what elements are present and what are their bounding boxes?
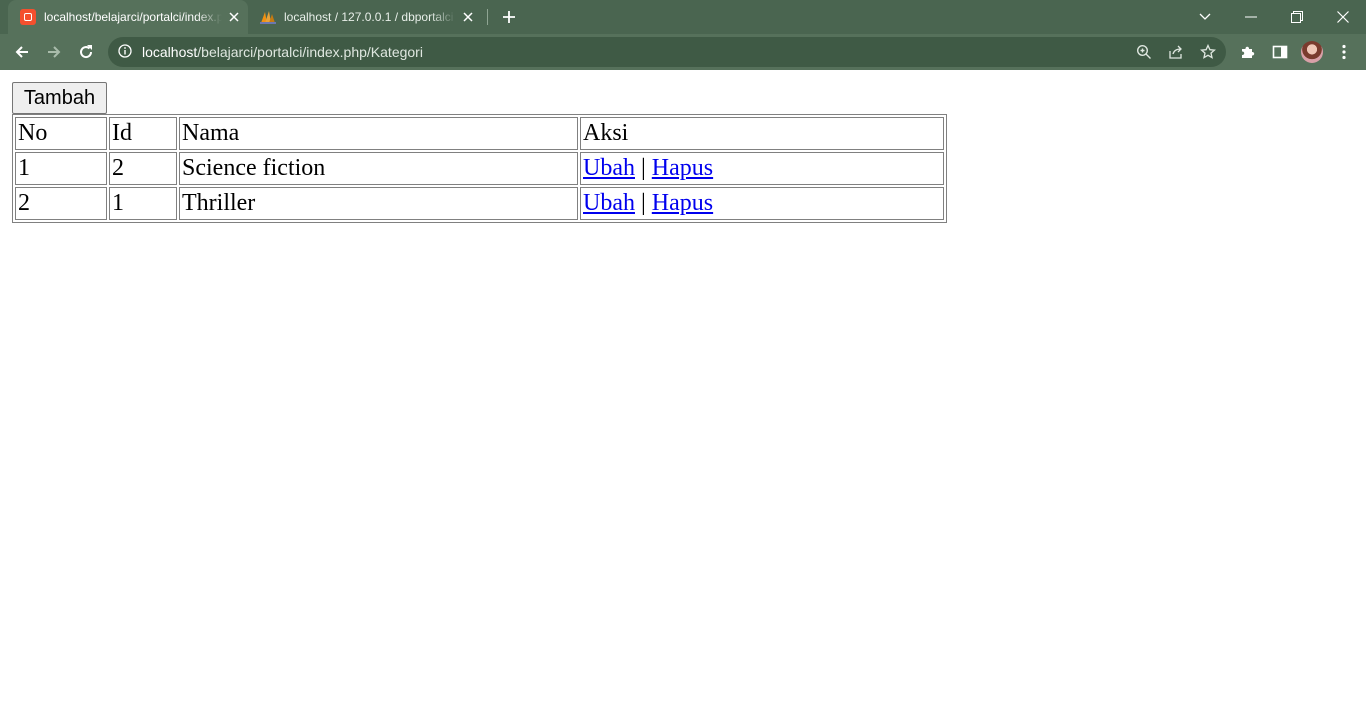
page-content: Tambah No Id Nama Aksi 1 2 Science ficti… xyxy=(0,70,1366,223)
tab-divider xyxy=(487,9,488,25)
minimize-icon[interactable] xyxy=(1228,0,1274,34)
tab-title: localhost/belajarci/portalci/index.php/K… xyxy=(44,10,222,24)
zoom-icon[interactable] xyxy=(1134,42,1154,62)
cell-nama: Science fiction xyxy=(179,152,578,185)
action-separator: | xyxy=(640,190,646,216)
cell-aksi: Ubah | Hapus xyxy=(580,187,944,220)
phpmyadmin-favicon-icon xyxy=(260,9,276,25)
cell-no: 1 xyxy=(15,152,107,185)
category-table: No Id Nama Aksi 1 2 Science fiction Ubah… xyxy=(12,114,947,223)
tab-phpmyadmin[interactable]: localhost / 127.0.0.1 / dbportalci | php… xyxy=(250,0,486,34)
tab-title: localhost / 127.0.0.1 / dbportalci | php… xyxy=(284,10,456,24)
site-info-icon[interactable] xyxy=(118,44,132,63)
close-window-icon[interactable] xyxy=(1320,0,1366,34)
cell-aksi: Ubah | Hapus xyxy=(580,152,944,185)
header-id: Id xyxy=(109,117,177,150)
edit-link[interactable]: Ubah xyxy=(583,155,635,181)
header-nama: Nama xyxy=(179,117,578,150)
extensions-puzzle-icon[interactable] xyxy=(1234,38,1262,66)
new-tab-plus-icon[interactable] xyxy=(498,6,520,28)
tab-search-chevron-down-icon[interactable] xyxy=(1182,0,1228,34)
back-arrow-icon[interactable] xyxy=(8,38,36,66)
profile-avatar[interactable] xyxy=(1301,41,1323,63)
cell-id: 2 xyxy=(109,152,177,185)
url-host: localhost xyxy=(142,44,198,60)
forward-arrow-icon[interactable] xyxy=(40,38,68,66)
url-text[interactable]: localhost/belajarci/portalci/index.php/K… xyxy=(142,44,423,60)
add-category-button[interactable]: Tambah xyxy=(12,82,107,114)
browser-toolbar: localhost/belajarci/portalci/index.php/K… xyxy=(0,34,1366,70)
table-header-row: No Id Nama Aksi xyxy=(15,117,944,150)
bookmark-star-icon[interactable] xyxy=(1198,42,1218,62)
action-separator: | xyxy=(640,155,646,181)
tab-kategori[interactable]: localhost/belajarci/portalci/index.php/K… xyxy=(8,0,248,34)
header-no: No xyxy=(15,117,107,150)
url-path: /belajarci/portalci/index.php/Kategori xyxy=(197,44,423,60)
address-bar[interactable]: localhost/belajarci/portalci/index.php/K… xyxy=(108,37,1226,67)
tab-strip: localhost/belajarci/portalci/index.php/K… xyxy=(0,0,1366,34)
restore-icon[interactable] xyxy=(1274,0,1320,34)
header-aksi: Aksi xyxy=(580,117,944,150)
cell-no: 2 xyxy=(15,187,107,220)
delete-link[interactable]: Hapus xyxy=(652,190,713,216)
side-panel-icon[interactable] xyxy=(1266,38,1294,66)
cell-nama: Thriller xyxy=(179,187,578,220)
edit-link[interactable]: Ubah xyxy=(583,190,635,216)
tab-close-icon[interactable] xyxy=(226,9,242,25)
table-row: 1 2 Science fiction Ubah | Hapus xyxy=(15,152,944,185)
delete-link[interactable]: Hapus xyxy=(652,155,713,181)
reload-icon[interactable] xyxy=(72,38,100,66)
more-menu-icon[interactable] xyxy=(1330,38,1358,66)
cell-id: 1 xyxy=(109,187,177,220)
tab-close-icon[interactable] xyxy=(460,9,476,25)
xampp-favicon-icon xyxy=(20,9,36,25)
share-icon[interactable] xyxy=(1166,42,1186,62)
table-row: 2 1 Thriller Ubah | Hapus xyxy=(15,187,944,220)
